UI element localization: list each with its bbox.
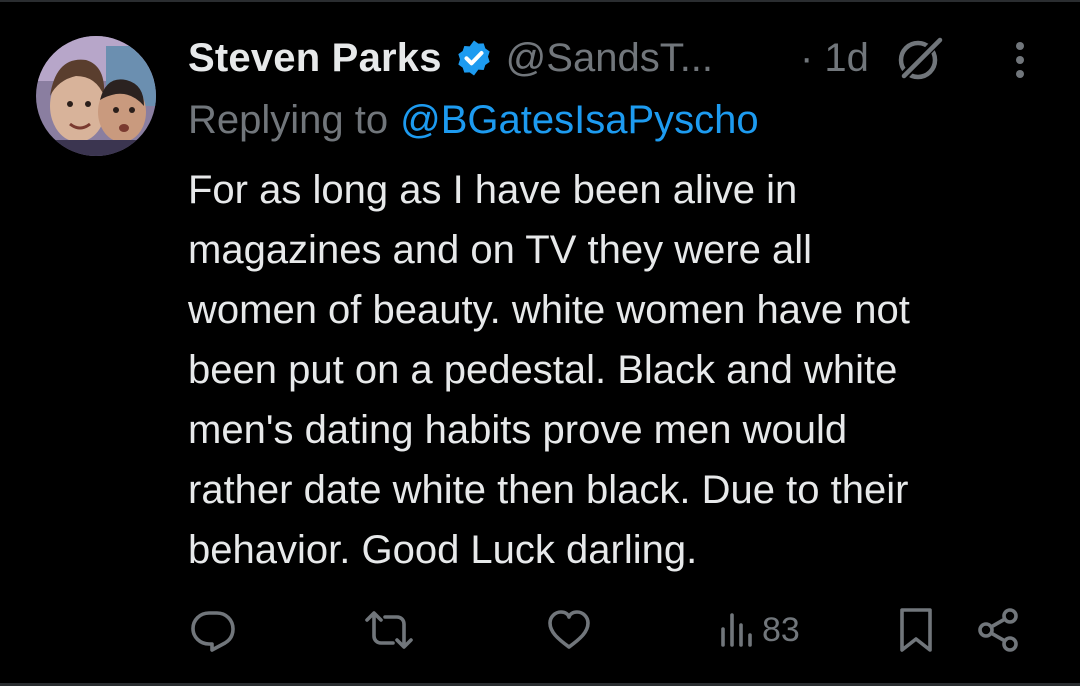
- replying-label: Replying to: [188, 97, 389, 142]
- heart-icon: [548, 610, 590, 649]
- avatar[interactable]: [36, 36, 156, 156]
- tweet-text: For as long as I have been alive in maga…: [188, 160, 1048, 580]
- bookmark-icon: [900, 608, 932, 652]
- replying-to: Replying to @BGatesIsaPyscho: [188, 96, 759, 144]
- author-name[interactable]: Steven Parks: [188, 36, 442, 81]
- more-vertical-icon[interactable]: [1006, 38, 1034, 82]
- bookmark-button[interactable]: [896, 606, 936, 654]
- author-handle[interactable]: @SandsT...: [506, 36, 713, 81]
- verified-badge-icon: [458, 40, 490, 76]
- tweet-text-line: women of beauty. white women have not: [188, 288, 910, 332]
- views-count: 83: [762, 610, 800, 649]
- avatar-image: [36, 36, 156, 156]
- tweet-text-line: magazines and on TV they were all: [188, 228, 813, 272]
- tweet-text-line: men's dating habits prove men would: [188, 408, 848, 452]
- views-button[interactable]: 83: [718, 606, 800, 654]
- share-button[interactable]: [976, 606, 1022, 654]
- like-button[interactable]: [546, 606, 592, 654]
- tweet-text-line: For as long as I have been alive in: [188, 168, 798, 212]
- top-divider: [0, 0, 1080, 2]
- tweet-text-line: rather date white then black. Due to the…: [188, 468, 909, 512]
- share-icon: [978, 608, 1018, 652]
- replying-mention-link[interactable]: @BGatesIsaPyscho: [400, 98, 759, 143]
- retweet-icon: [365, 611, 413, 649]
- tweet-header: Steven Parks @SandsT...: [188, 30, 713, 86]
- tweet-text-line: behavior. Good Luck darling.: [188, 528, 698, 572]
- retweet-button[interactable]: [364, 606, 414, 654]
- reply-button[interactable]: [190, 606, 236, 654]
- reply-icon: [191, 611, 235, 652]
- grok-icon[interactable]: [894, 32, 946, 84]
- views-bar-icon: [721, 613, 752, 647]
- tweet-text-line: been put on a pedestal. Black and white: [188, 348, 898, 392]
- tweet-time[interactable]: · 1d: [800, 30, 869, 86]
